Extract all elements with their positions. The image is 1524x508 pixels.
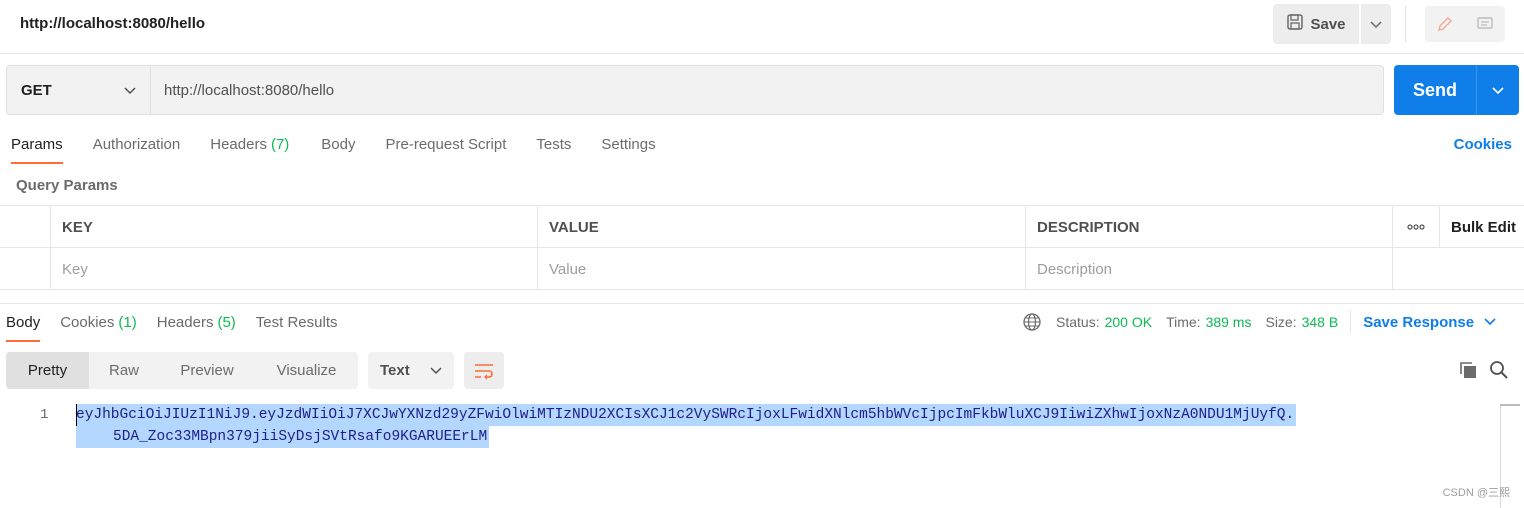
text-cursor — [76, 404, 77, 426]
globe-icon[interactable] — [1022, 312, 1042, 332]
response-meta: Status: 200 OK Time: 389 ms Size: 348 B … — [1022, 310, 1496, 334]
table-header-row: KEY VALUE DESCRIPTION Bulk Edit — [0, 206, 1524, 248]
chevron-down-icon — [124, 82, 136, 99]
chevron-down-icon — [1370, 16, 1382, 32]
bulk-edit-button[interactable]: Bulk Edit — [1440, 206, 1524, 248]
url-input[interactable] — [151, 66, 1383, 114]
format-label: Text — [380, 362, 410, 379]
time-value: 389 ms — [1205, 314, 1252, 330]
request-title[interactable]: http://localhost:8080/hello — [20, 15, 205, 32]
response-body-line: eyJhbGciOiJIUzI1NiJ9.eyJzdWIiOiJ7XCJwYXN… — [76, 404, 1297, 426]
tab-response-body[interactable]: Body — [6, 304, 41, 342]
tab-response-headers-label: Headers — [156, 314, 214, 331]
tab-tests[interactable]: Tests — [536, 130, 571, 164]
tab-response-cookies-label: Cookies — [60, 314, 115, 331]
view-raw[interactable]: Raw — [89, 352, 159, 389]
format-select[interactable]: Text — [368, 352, 454, 389]
cookies-count: (1) — [118, 314, 137, 331]
request-tabs: Params Authorization Headers (7) Body Pre… — [0, 130, 656, 164]
divider — [1350, 310, 1352, 334]
response-headers-count: (5) — [217, 314, 236, 331]
comment-icon[interactable] — [1465, 6, 1505, 42]
value-input[interactable]: Value — [538, 248, 1026, 290]
more-options-icon[interactable] — [1393, 206, 1440, 248]
response-body-line-wrapped: 5DA_Zoc33MBpn379jiiSyDsjSVtRsafo9KGARUEE… — [76, 426, 490, 448]
chevron-down-icon — [430, 366, 442, 375]
tab-body[interactable]: Body — [321, 130, 355, 164]
save-group: Save — [1273, 4, 1391, 44]
line-number: 1 — [40, 407, 49, 423]
size-value: 348 B — [1301, 314, 1339, 330]
wrap-lines-button[interactable] — [464, 352, 504, 389]
query-params-title: Query Params — [16, 177, 118, 194]
copy-icon[interactable] — [1458, 360, 1478, 383]
url-bar: GET — [6, 65, 1384, 115]
search-icon[interactable] — [1489, 360, 1509, 383]
size-label: Size: — [1265, 314, 1297, 330]
send-options-button[interactable] — [1476, 65, 1519, 115]
column-description: DESCRIPTION — [1026, 206, 1393, 248]
status-value: 200 OK — [1104, 314, 1153, 330]
method-label: GET — [21, 81, 52, 99]
view-mode-group: Pretty Raw Preview Visualize — [6, 352, 358, 389]
chevron-down-icon — [1492, 82, 1504, 98]
request-header-bar: http://localhost:8080/hello Save — [0, 0, 1524, 54]
query-params-table: KEY VALUE DESCRIPTION Bulk Edit Key Valu… — [0, 205, 1524, 290]
tab-settings[interactable]: Settings — [601, 130, 655, 164]
column-value: VALUE — [538, 206, 1026, 248]
key-input[interactable]: Key — [51, 248, 538, 290]
wrap-icon — [473, 362, 495, 380]
method-select[interactable]: GET — [7, 66, 151, 114]
description-input[interactable]: Description — [1026, 248, 1393, 290]
send-button-group: Send — [1394, 65, 1519, 115]
save-icon — [1286, 13, 1304, 35]
save-options-button[interactable] — [1361, 4, 1391, 44]
checkbox-column — [0, 206, 51, 248]
time-label: Time: — [1166, 314, 1201, 330]
headers-count: (7) — [270, 136, 290, 153]
save-response-button[interactable]: Save Response — [1363, 314, 1496, 331]
side-actions — [1425, 6, 1505, 42]
save-label: Save — [1310, 15, 1346, 33]
save-response-label: Save Response — [1363, 313, 1475, 331]
empty-cell — [1393, 248, 1440, 290]
status-label: Status: — [1056, 314, 1100, 330]
row-checkbox — [0, 248, 51, 290]
send-button[interactable]: Send — [1394, 65, 1476, 115]
view-pretty[interactable]: Pretty — [6, 352, 89, 389]
tab-headers[interactable]: Headers (7) — [210, 130, 289, 164]
tab-response-headers[interactable]: Headers (5) — [157, 304, 236, 342]
tab-test-results[interactable]: Test Results — [256, 304, 338, 342]
column-key: KEY — [51, 206, 538, 248]
watermark: CSDN @三熙 — [1442, 487, 1510, 499]
tab-authorization[interactable]: Authorization — [93, 130, 181, 164]
scrollbar-marker — [1500, 404, 1520, 406]
divider — [1405, 5, 1406, 43]
tab-prerequest-script[interactable]: Pre-request Script — [386, 130, 507, 164]
tab-response-cookies[interactable]: Cookies (1) — [60, 304, 137, 342]
cookies-link[interactable]: Cookies — [1454, 136, 1512, 153]
view-preview[interactable]: Preview — [159, 352, 255, 389]
view-visualize[interactable]: Visualize — [255, 352, 358, 389]
edit-icon[interactable] — [1425, 6, 1465, 42]
tab-params[interactable]: Params — [11, 130, 63, 164]
save-button[interactable]: Save — [1273, 4, 1359, 44]
chevron-down-icon — [1484, 318, 1496, 326]
tab-headers-label: Headers — [210, 136, 267, 153]
empty-cell — [1440, 248, 1524, 290]
table-row: Key Value Description — [0, 248, 1524, 290]
